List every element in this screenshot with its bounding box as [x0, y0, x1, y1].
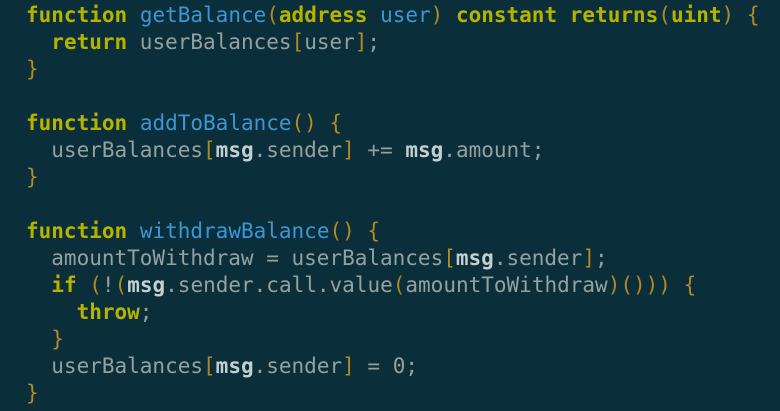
code-token: amountToWithdraw	[405, 273, 608, 297]
code-token: )	[721, 3, 735, 27]
code-token: [	[291, 30, 305, 54]
code-line: function getBalance(address user) consta…	[26, 2, 780, 29]
code-token: user	[304, 30, 355, 54]
code-token: msg	[215, 138, 254, 162]
code-token: constant	[455, 3, 558, 27]
code-line: function addToBalance() {	[26, 110, 780, 137]
code-token: {	[746, 3, 760, 27]
code-token: if	[51, 273, 77, 297]
code-token: !	[101, 273, 115, 297]
code-token: .sender	[493, 246, 583, 270]
code-line: }	[26, 326, 780, 353]
code-token: (	[89, 273, 102, 297]
code-token: = 0;	[354, 354, 418, 378]
code-token: ))	[645, 273, 671, 297]
code-editor[interactable]: function getBalance(address user) consta…	[0, 0, 780, 411]
code-line: return userBalances[user];	[26, 29, 780, 56]
code-token: .amount;	[443, 138, 545, 162]
code-token: ]	[354, 30, 368, 54]
code-token: )	[607, 273, 621, 297]
code-line: }	[26, 380, 780, 407]
code-line: function withdrawBalance() {	[26, 218, 780, 245]
code-token: .sender	[253, 138, 343, 162]
code-token: }	[51, 327, 64, 351]
code-token: (	[658, 3, 671, 27]
code-token: function	[26, 219, 128, 243]
code-token: ()	[620, 273, 646, 297]
code-token: }	[26, 57, 39, 81]
code-token: msg	[127, 273, 166, 297]
code-token: ]	[342, 354, 355, 378]
code-line: if (!(msg.sender.call.value(amountToWith…	[26, 272, 780, 299]
code-token: +=	[354, 138, 406, 162]
code-token: ;	[595, 246, 608, 270]
code-token: address	[278, 3, 368, 27]
code-token: withdrawBalance	[139, 219, 330, 243]
code-line: amountToWithdraw = userBalances[msg.send…	[26, 245, 780, 272]
code-token: msg	[455, 246, 494, 270]
code-token: ]	[582, 246, 595, 270]
code-token: (	[266, 3, 279, 27]
code-token: .sender.call.value	[165, 273, 393, 297]
code-token: userBalances	[26, 354, 204, 378]
code-token: user	[367, 3, 431, 27]
code-token: {	[367, 219, 381, 243]
code-token: ()	[329, 219, 355, 243]
code-token: userBalances	[26, 138, 204, 162]
code-token: ;	[367, 30, 381, 54]
code-token: [	[203, 138, 216, 162]
code-token: .sender	[253, 354, 343, 378]
code-token: }	[26, 381, 39, 405]
code-token: return	[51, 30, 128, 54]
code-token: getBalance	[139, 3, 267, 27]
code-token: function	[26, 111, 128, 135]
code-line: }	[26, 56, 780, 83]
code-token: function	[26, 3, 128, 27]
code-token: amountToWithdraw = userBalances	[26, 246, 444, 270]
code-line: throw;	[26, 299, 780, 326]
code-token: throw	[76, 300, 140, 324]
code-token: userBalances	[127, 30, 292, 54]
code-token: ]	[342, 138, 355, 162]
code-token: addToBalance	[139, 111, 292, 135]
code-token: msg	[215, 354, 254, 378]
code-token: [	[203, 354, 216, 378]
code-line: userBalances[msg.sender] += msg.amount;	[26, 137, 780, 164]
code-line: }	[26, 164, 780, 191]
code-token: ()	[291, 111, 317, 135]
code-token: {	[683, 273, 697, 297]
code-token: (	[392, 273, 406, 297]
code-token: )	[430, 3, 444, 27]
code-token: uint	[670, 3, 722, 27]
code-token: (	[114, 273, 128, 297]
code-token: msg	[405, 138, 444, 162]
code-line: userBalances[msg.sender] = 0;	[26, 353, 780, 380]
code-token: }	[26, 165, 39, 189]
code-token: returns	[569, 3, 659, 27]
code-token: {	[329, 111, 343, 135]
code-token: [	[443, 246, 456, 270]
code-token: ;	[139, 300, 153, 324]
